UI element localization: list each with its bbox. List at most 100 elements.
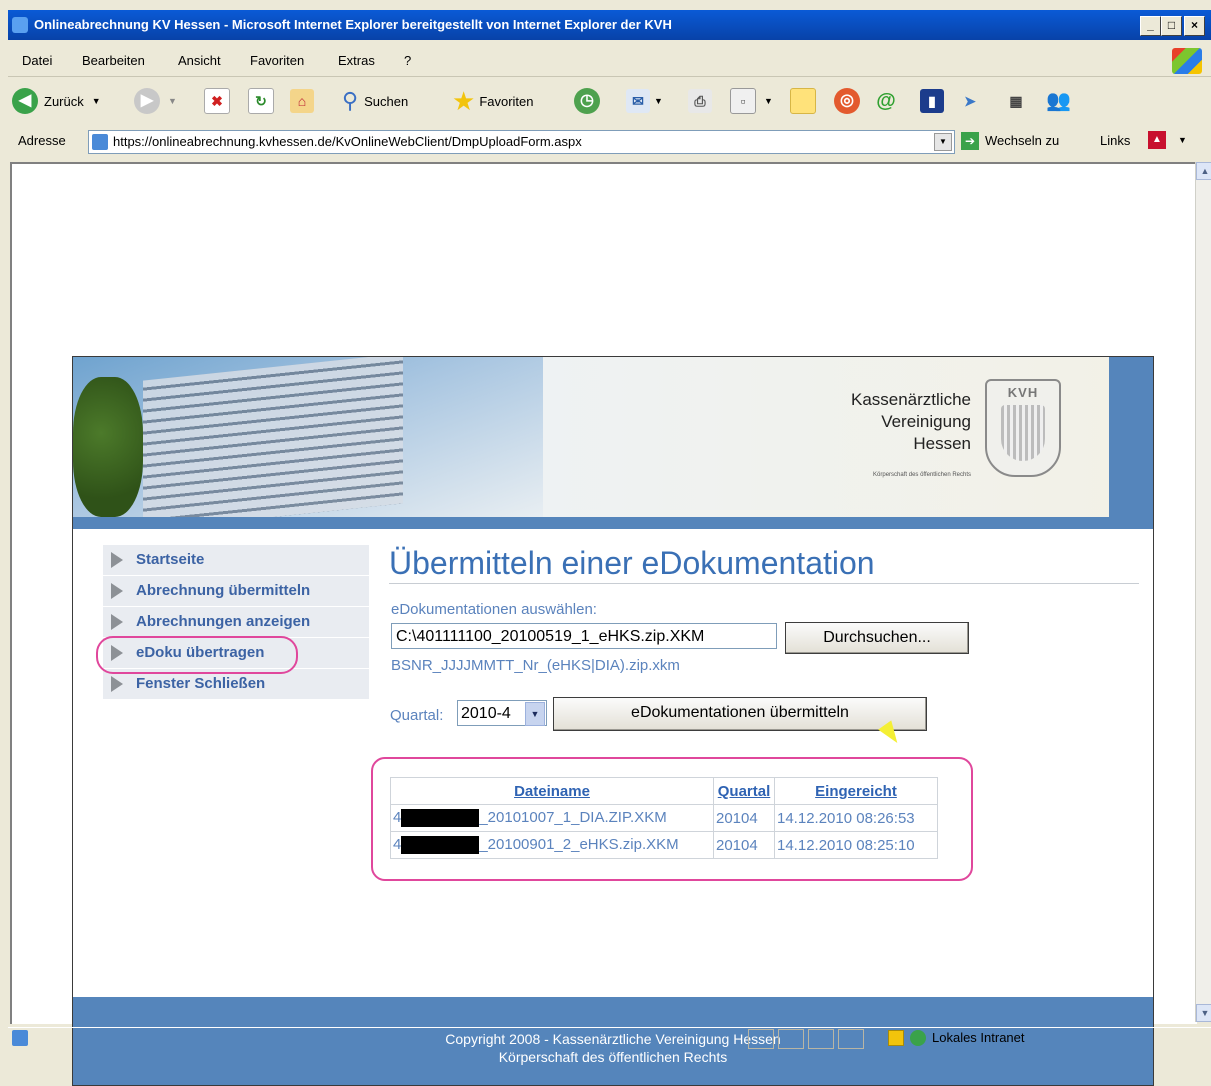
chevron-down-icon: ▼: [654, 96, 663, 106]
back-arrow-icon: ◀: [12, 88, 38, 114]
lock-icon: [888, 1030, 904, 1046]
logo-line-1: Kassenärztliche: [850, 390, 971, 409]
people-icon: 👥: [1046, 90, 1071, 112]
browser-viewport: Kassenärztliche Vereinigung Hessen Körpe…: [10, 162, 1197, 1086]
nav-item-startseite[interactable]: Startseite: [103, 545, 369, 576]
menu-bar: Datei Bearbeiten Ansicht Favoriten Extra…: [8, 46, 1211, 77]
scroll-up-icon[interactable]: ▲: [1196, 162, 1211, 180]
history-button[interactable]: ◷: [574, 84, 600, 118]
nav-item-label: Abrechnung übermitteln: [136, 582, 311, 599]
back-label: Zurück: [44, 93, 84, 109]
chevron-down-icon[interactable]: ▼: [525, 702, 545, 726]
windows-logo-icon: [1172, 48, 1202, 74]
intranet-icon: [910, 1030, 926, 1046]
security-zone-label: Lokales Intranet: [932, 1030, 1025, 1045]
chevron-down-icon: ▼: [168, 96, 177, 106]
stop-button[interactable]: ✖: [204, 84, 230, 118]
maximize-button[interactable]: □: [1161, 16, 1182, 36]
filename-suffix: _20100901_2_eHKS.zip.XKM: [479, 835, 679, 853]
messenger-icon: @: [876, 90, 896, 112]
menu-extras[interactable]: Extras: [338, 53, 375, 68]
help-button[interactable]: ◎: [834, 84, 860, 118]
address-input[interactable]: https://onlineabrechnung.kvhessen.de/KvO…: [88, 130, 955, 154]
forward-button[interactable]: ▶ ▼: [134, 84, 177, 118]
research-button[interactable]: ▦: [1004, 84, 1028, 118]
messenger-button[interactable]: @: [874, 84, 898, 118]
forward-arrow-icon: ▶: [134, 88, 160, 114]
cell-submitted: 14.12.2010 08:25:10: [774, 831, 938, 859]
col-header-quartal[interactable]: Quartal: [713, 777, 775, 805]
notes-icon: [790, 88, 816, 114]
coat-of-arms-icon: [1001, 405, 1045, 461]
nav-item-abrechnung-uebermitteln[interactable]: Abrechnung übermitteln: [103, 576, 369, 607]
star-icon: ★: [452, 85, 476, 116]
status-panel: [838, 1029, 864, 1049]
close-button[interactable]: ×: [1184, 16, 1205, 36]
cell-quartal: 20104: [713, 804, 775, 832]
chevron-down-icon: ▼: [764, 96, 773, 106]
footer-legal: Körperschaft des öffentlichen Rechts: [498, 1049, 728, 1065]
menu-datei[interactable]: Datei: [22, 53, 52, 68]
cell-filename: 4 _20101007_1_DIA.ZIP.XKM: [390, 804, 714, 832]
contacts-button[interactable]: 👥: [1046, 84, 1071, 118]
browse-button[interactable]: Durchsuchen...: [785, 622, 969, 654]
search-button[interactable]: ⚲ Suchen: [342, 84, 408, 118]
banner-photo: [73, 357, 543, 529]
address-dropdown-icon[interactable]: ▼: [934, 133, 952, 151]
page-status-icon: [12, 1030, 28, 1046]
menu-help[interactable]: ?: [404, 53, 411, 68]
back-button[interactable]: ◀ Zurück ▼: [12, 84, 101, 118]
redaction-block: [401, 809, 480, 828]
search-icon: ⚲: [342, 88, 359, 113]
kvh-seal-icon: KVH: [985, 379, 1061, 477]
filename-prefix: 4: [393, 835, 402, 853]
menu-favoriten[interactable]: Favoriten: [250, 53, 304, 68]
filename-pattern-hint: BSNR_JJJJMMTT_Nr_(eHKS|DIA).zip.xkm: [391, 657, 680, 674]
col-header-eingereicht[interactable]: Eingereicht: [774, 777, 938, 805]
refresh-button[interactable]: ↻: [248, 84, 274, 118]
address-label: Adresse: [18, 133, 66, 148]
filename-prefix: 4: [393, 808, 402, 826]
file-path-input[interactable]: C:\401111100_20100519_1_eHKS.zip.XKM: [391, 623, 777, 649]
header-banner: Kassenärztliche Vereinigung Hessen Körpe…: [73, 357, 1153, 529]
submit-edoku-button[interactable]: eDokumentationen übermitteln: [553, 697, 927, 731]
nav-item-label: Fenster Schließen: [136, 675, 266, 692]
menu-bearbeiten[interactable]: Bearbeiten: [82, 53, 145, 68]
mail-button[interactable]: ✉ ▼: [626, 84, 663, 118]
building-image: [143, 357, 403, 529]
browser-toolbar: ◀ Zurück ▼ ▶ ▼ ✖ ↻ ⌂ ⚲ Suchen ★ Favorite…: [8, 78, 1211, 124]
minimize-button[interactable]: _: [1140, 16, 1161, 36]
pdf-icon[interactable]: ▲: [1148, 131, 1166, 149]
page-icon: [92, 134, 108, 150]
printer-icon: ⎙: [688, 89, 712, 113]
scroll-down-icon[interactable]: ▼: [1196, 1004, 1211, 1022]
home-button[interactable]: ⌂: [290, 84, 314, 118]
go-button[interactable]: ➔ Wechseln zu: [961, 130, 1101, 152]
favorites-label: Favoriten: [479, 93, 534, 109]
banner-accent-right: [1109, 357, 1153, 529]
nav-item-abrechnungen-anzeigen[interactable]: Abrechnungen anzeigen: [103, 607, 369, 638]
sidebar-nav: Startseite Abrechnung übermitteln Abrech…: [96, 545, 369, 700]
ie-app-icon: [12, 17, 28, 33]
vertical-scrollbar[interactable]: ▲ ▼: [1195, 162, 1211, 1022]
menu-ansicht[interactable]: Ansicht: [178, 53, 221, 68]
notes-button[interactable]: [790, 84, 816, 118]
window-titlebar: Onlineabrechnung KV Hessen - Microsoft I…: [8, 10, 1211, 40]
edit-button[interactable]: ▫ ▼: [730, 84, 773, 118]
col-header-dateiname[interactable]: Dateiname: [390, 777, 714, 805]
tree-image: [73, 377, 143, 517]
links-label[interactable]: Links: [1100, 133, 1130, 148]
quartal-select[interactable]: 2010-4 ▼: [457, 700, 547, 726]
database-button[interactable]: ▮: [920, 84, 944, 118]
search-label: Suchen: [364, 93, 409, 109]
favorites-button[interactable]: ★ Favoriten: [452, 84, 534, 118]
logo-subtitle: Körperschaft des öffentlichen Rechts: [873, 472, 971, 478]
file-select-label: eDokumentationen auswählen:: [391, 601, 597, 618]
logo-line-2: Vereinigung: [881, 412, 971, 431]
chevron-down-icon[interactable]: ▼: [1178, 135, 1187, 145]
banner-accent-bottom: [73, 517, 1153, 529]
window-title: Onlineabrechnung KV Hessen - Microsoft I…: [34, 17, 672, 32]
print-button[interactable]: ⎙: [688, 84, 712, 118]
cursor-tool-button[interactable]: ➤: [958, 84, 982, 118]
nav-arrow-icon: [111, 552, 123, 568]
